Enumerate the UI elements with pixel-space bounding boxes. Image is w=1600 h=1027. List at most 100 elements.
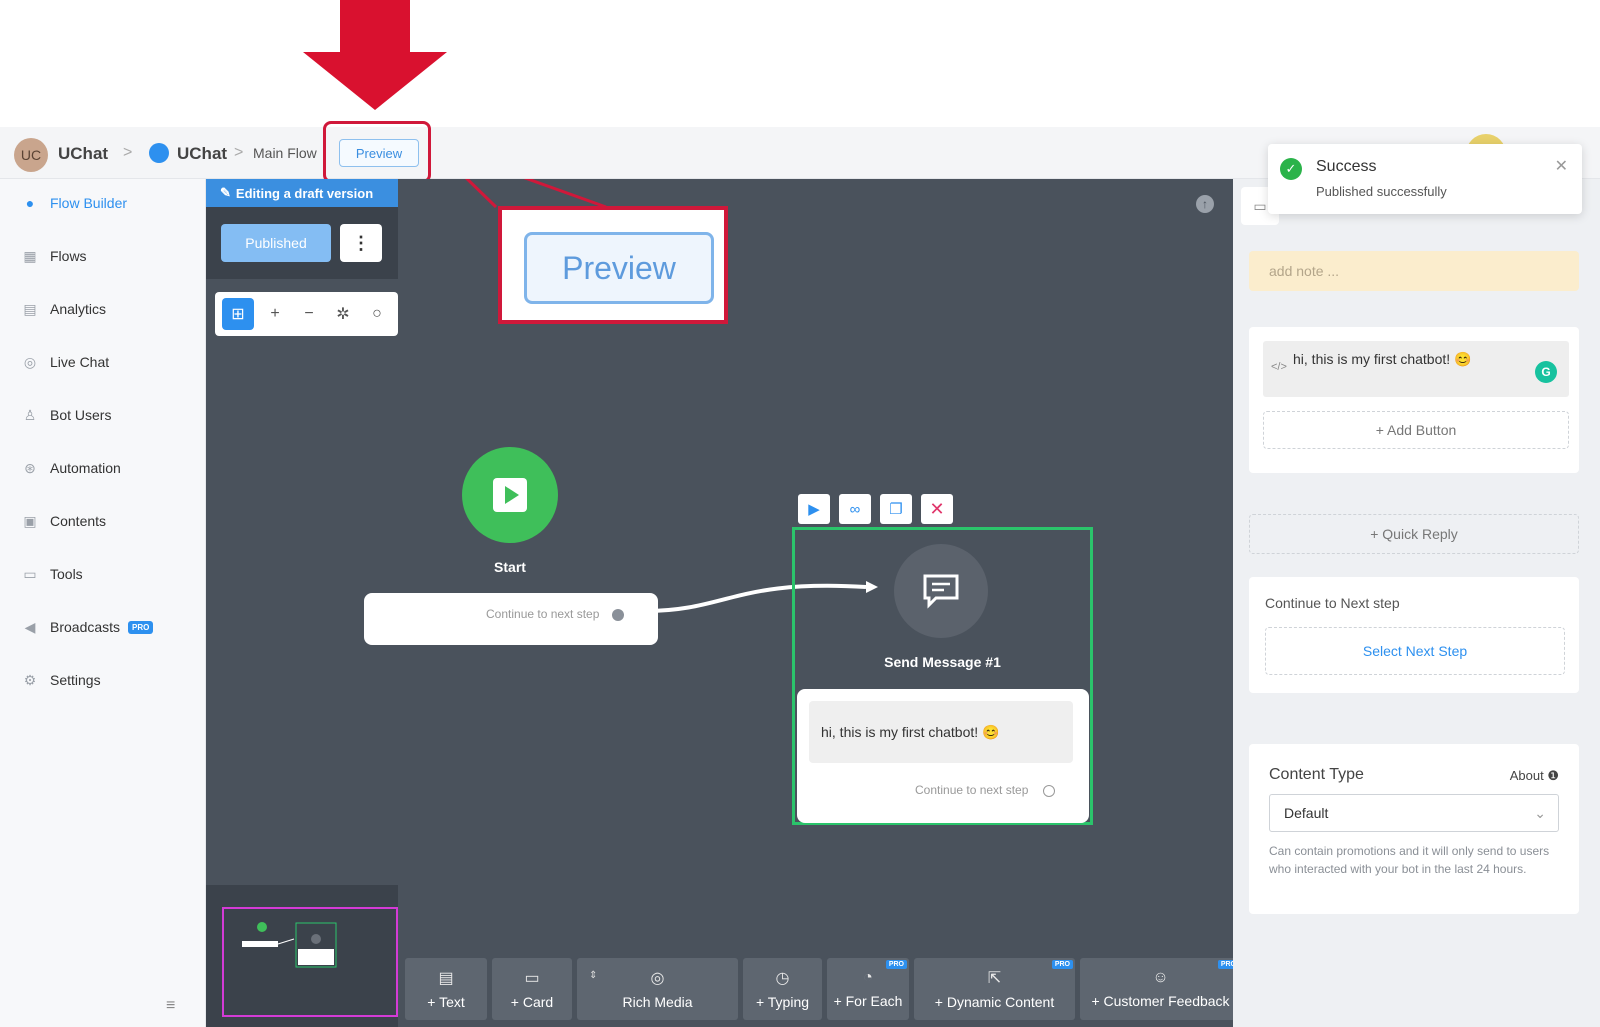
sidebar: ● Flow Builder ▦ Flows ▤ Analytics ◎ Live Chat ♙… — [0, 179, 206, 1027]
sidebar-item-settings[interactable]: ⚙ Settings — [20, 668, 101, 692]
search-icon[interactable]: ○ — [364, 301, 390, 327]
add-folder-icon[interactable]: ⊞ — [222, 298, 254, 330]
published-button[interactable]: Published — [221, 224, 331, 262]
sidebar-item-live-chat[interactable]: ◎ Live Chat — [20, 350, 109, 374]
add-dynamic-content-button[interactable]: ⇱ + Dynamic Content PRO — [914, 958, 1075, 1020]
upload-icon[interactable]: ↑ — [1196, 195, 1214, 213]
next-step-card: Continue to Next step Select Next Step — [1249, 577, 1579, 693]
sidebar-item-automation[interactable]: ⊛ Automation — [20, 456, 121, 480]
continue-label: Continue to next step — [915, 783, 1029, 797]
content-type-label: Content Type — [1269, 766, 1364, 783]
right-panel: ▭ add note ... </> hi, this is my first … — [1233, 179, 1600, 1027]
headset-icon: ◎ — [23, 353, 37, 370]
sidebar-item-label: Broadcasts — [50, 619, 121, 635]
add-card-button[interactable]: ▭ + Card — [492, 958, 572, 1020]
toolbar-button-label: + For Each — [833, 993, 903, 1009]
editing-draft-label: ✎ Editing a draft version — [206, 179, 398, 207]
preview-highlight-box — [323, 121, 431, 183]
sidebar-item-label: Bot Users — [50, 407, 112, 423]
add-for-each-button[interactable]: ◔ + For Each PRO — [827, 958, 909, 1020]
zoom-out-icon[interactable]: − — [296, 301, 322, 327]
content-type-help: Can contain promotions and it will only … — [1269, 844, 1550, 876]
sidebar-item-label: Contents — [50, 513, 107, 529]
auto-arrange-icon[interactable]: ✲ — [330, 301, 356, 327]
send-message-title: Send Message #1 — [884, 654, 1001, 670]
smiley-icon: ☺ — [1152, 969, 1169, 986]
sidebar-item-tools[interactable]: ▭ Tools — [20, 562, 82, 586]
minimap-viewport[interactable] — [222, 907, 398, 1017]
preview-zoom-callout: Preview — [498, 206, 728, 324]
about-link[interactable]: About ❶ — [1510, 768, 1559, 784]
sidebar-item-label: Flow Builder — [50, 195, 128, 211]
sidebar-item-label: Live Chat — [50, 354, 110, 370]
zoom-in-icon[interactable]: + — [262, 301, 288, 327]
pro-badge: PRO — [1051, 960, 1073, 969]
send-message-node[interactable]: Send Message #1 hi, this is my first cha… — [792, 527, 1093, 825]
add-button[interactable]: + Add Button — [1263, 411, 1569, 449]
workspace-avatar[interactable]: UC — [14, 138, 48, 172]
sidebar-item-bot-users[interactable]: ♙ Bot Users — [20, 403, 112, 427]
gear-icon: ⚙ — [23, 671, 37, 688]
content-type-select[interactable]: Default ⌄ — [1269, 794, 1559, 832]
content-type-card: Content Type About ❶ Default ⌄ Can conta… — [1249, 744, 1579, 914]
sidebar-item-contents[interactable]: ▣ Contents — [20, 509, 106, 533]
close-icon[interactable]: ✕ — [1555, 156, 1568, 176]
grammarly-icon[interactable]: G — [1535, 361, 1557, 383]
archive-icon: ▭ — [23, 565, 37, 582]
add-customer-feedback-button[interactable]: ☺ + Customer Feedback PRO — [1080, 958, 1241, 1020]
link-icon[interactable]: ∞ — [839, 494, 871, 524]
flow-canvas[interactable]: ✎ Editing a draft version Published ⋮ ⊞ … — [206, 179, 1233, 1027]
breadcrumb-bot[interactable]: UChat — [177, 144, 227, 164]
chat-icon — [923, 574, 959, 609]
toolbar-button-label: + Text — [427, 994, 465, 1010]
check-icon: ✓ — [1280, 158, 1302, 180]
grid-icon: ▦ — [23, 247, 37, 264]
message-bubble[interactable]: hi, this is my first chatbot! 😊 — [809, 701, 1073, 763]
toolbar-button-label: + Typing — [755, 994, 810, 1010]
sort-icon: ⇕ — [589, 970, 598, 981]
toolbar-button-label: + Card — [510, 994, 554, 1010]
chart-icon: ▤ — [23, 300, 37, 317]
play-node-icon[interactable]: ▶ — [798, 494, 830, 524]
delete-icon[interactable]: ✕ — [921, 494, 953, 524]
toolbar-button-label: Rich Media — [622, 994, 693, 1010]
sidebar-item-broadcasts[interactable]: ◀ Broadcasts PRO — [20, 615, 154, 639]
sidebar-item-flows[interactable]: ▦ Flows — [20, 244, 86, 268]
breadcrumb-separator: > — [234, 144, 244, 161]
toolbar-button-label: + Customer Feedback — [1091, 993, 1230, 1009]
sidebar-item-analytics[interactable]: ▤ Analytics — [20, 297, 106, 321]
content-type-value: Default — [1284, 805, 1329, 821]
node-actions: ▶ ∞ ❐ ✕ — [798, 494, 953, 524]
quick-reply-button[interactable]: + Quick Reply — [1249, 514, 1579, 554]
send-message-card[interactable]: hi, this is my first chatbot! 😊 Continue… — [797, 689, 1089, 823]
message-editor[interactable]: </> hi, this is my first chatbot! 😊 G — [1263, 341, 1569, 397]
editing-draft-text: Editing a draft version — [235, 185, 374, 201]
breadcrumb-flow[interactable]: Main Flow — [253, 145, 317, 161]
connector-dot[interactable] — [1043, 785, 1055, 797]
add-typing-button[interactable]: ◷ + Typing — [743, 958, 822, 1020]
duplicate-icon[interactable]: ❐ — [880, 494, 912, 524]
message-editor-text: hi, this is my first chatbot! 😊 — [1293, 351, 1472, 367]
breadcrumb-separator: > — [123, 144, 133, 161]
play-icon — [493, 478, 527, 512]
add-rich-media-button[interactable]: ◎ Rich Media ⇕ — [577, 958, 738, 1020]
automation-icon: ⊛ — [24, 459, 36, 476]
breadcrumb-workspace[interactable]: UChat — [58, 144, 108, 164]
more-options-button[interactable]: ⋮ — [340, 224, 382, 262]
pro-badge: PRO — [885, 960, 907, 969]
success-toast: ✓ Success Published successfully ✕ — [1268, 144, 1582, 214]
megaphone-icon: ◀ — [24, 618, 36, 635]
note-field[interactable]: add note ... — [1249, 251, 1579, 291]
toast-title: Success — [1316, 158, 1377, 175]
start-node[interactable] — [462, 447, 558, 543]
start-card[interactable]: Continue to next step — [364, 593, 658, 645]
sidebar-item-flow-builder[interactable]: ● Flow Builder — [20, 191, 127, 215]
connector-dot[interactable] — [612, 609, 624, 621]
sidebar-item-label: Automation — [50, 460, 121, 476]
hamburger-menu-icon[interactable]: ≡ — [166, 997, 175, 1015]
minimap[interactable] — [206, 885, 398, 1027]
select-next-step-button[interactable]: Select Next Step — [1265, 627, 1565, 675]
add-text-button[interactable]: ▤ + Text — [405, 958, 487, 1020]
info-icon: ❶ — [1547, 768, 1559, 783]
continue-next-label: Continue to Next step — [1265, 595, 1400, 611]
